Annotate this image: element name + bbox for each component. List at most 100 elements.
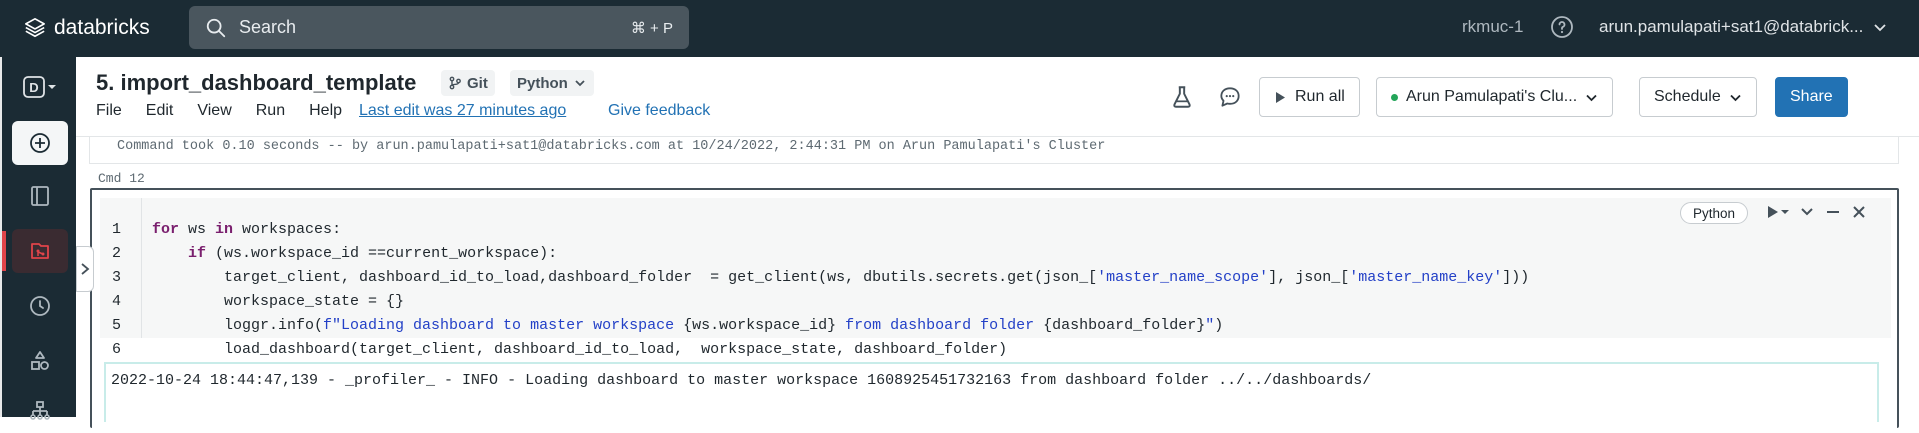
- minimize-icon[interactable]: [1825, 204, 1841, 220]
- sidebar-item-create[interactable]: [12, 121, 68, 165]
- repos-icon: [31, 243, 49, 259]
- plus-circle-icon: [30, 133, 50, 153]
- git-button[interactable]: Git: [441, 70, 495, 96]
- flask-icon[interactable]: [1169, 84, 1195, 110]
- workspace-region[interactable]: rkmuc-1: [1462, 17, 1523, 37]
- code-token: if: [188, 245, 207, 262]
- language-label: Python: [517, 74, 568, 92]
- language-selector[interactable]: Python: [510, 70, 594, 96]
- code-string: 'master_name_key': [1349, 269, 1503, 286]
- sidebar-item-compute[interactable]: [12, 389, 68, 433]
- search-bar[interactable]: Search ⌘ + P: [189, 6, 689, 49]
- share-label: Share: [1790, 88, 1833, 105]
- run-cell-icon[interactable]: [1767, 204, 1789, 220]
- sidebar-item-repos[interactable]: [2, 229, 68, 273]
- code-line-3: target_client, dashboard_id_to_load,dash…: [152, 269, 1529, 286]
- chevron-down-icon: [575, 80, 585, 87]
- menu-edit[interactable]: Edit: [146, 102, 174, 120]
- network-icon: [30, 401, 50, 420]
- git-branch-icon: [449, 76, 461, 90]
- cluster-selector[interactable]: Arun Pamulapati's Clu...: [1376, 77, 1614, 117]
- chevron-right-icon: [81, 263, 90, 275]
- code-line-1: for ws in workspaces:: [152, 221, 341, 238]
- code-token: {dashboard_folder}: [1043, 317, 1206, 334]
- menu-help[interactable]: Help: [309, 102, 342, 120]
- line-number: 2: [112, 245, 122, 262]
- sidebar-item-data[interactable]: [12, 339, 68, 383]
- top-bar: databricks Search ⌘ + P rkmuc-1 arun.pam…: [0, 0, 1919, 57]
- code-line-6: load_dashboard(target_client, dashboard_…: [152, 341, 1008, 358]
- code-token: ])): [1502, 269, 1530, 286]
- shapes-icon: [31, 351, 49, 370]
- close-icon[interactable]: [1851, 204, 1867, 220]
- cmd-label: Cmd 12: [98, 171, 145, 186]
- brand-name: databricks: [54, 16, 150, 39]
- notebook-title[interactable]: 5. import_dashboard_template: [96, 70, 416, 96]
- code-editor[interactable]: 1 2 3 4 5 6 for ws in workspaces: if (ws…: [100, 198, 1891, 358]
- code-cell[interactable]: 1 2 3 4 5 6 for ws in workspaces: if (ws…: [90, 188, 1899, 428]
- code-token: ], json_[: [1268, 269, 1350, 286]
- chevron-down-icon: [1730, 94, 1741, 101]
- notebook-icon: [31, 186, 49, 206]
- line-number-gutter: 1 2 3 4 5 6: [100, 198, 142, 358]
- cluster-status-dot: [1391, 93, 1398, 101]
- menu-bar: File Edit View Run Help: [96, 102, 366, 120]
- code-string: ": [1205, 317, 1215, 334]
- code-token: in: [215, 221, 234, 238]
- code-string: from dashboard folder: [836, 317, 1044, 334]
- notebook-header: 5. import_dashboard_template Git Python …: [76, 57, 1919, 137]
- user-email: arun.pamulapati+sat1@databrick...: [1599, 17, 1864, 36]
- last-edit-link[interactable]: Last edit was 27 minutes ago: [359, 102, 566, 120]
- line-number: 6: [112, 341, 122, 358]
- code-string: f"Loading dashboard to master workspace: [323, 317, 684, 334]
- chevron-down-icon: [1586, 94, 1597, 101]
- sidebar-item-recents[interactable]: [12, 284, 68, 328]
- code-token: workspaces:: [233, 221, 342, 238]
- databricks-logo-icon: [25, 18, 45, 38]
- code-line-5: loggr.info(f"Loading dashboard to master…: [152, 317, 1223, 334]
- run-all-label: Run all: [1295, 88, 1345, 105]
- cell-output: 2022-10-24 18:44:47,139 - _profiler_ - I…: [104, 362, 1879, 422]
- menu-view[interactable]: View: [197, 102, 231, 120]
- cell-toolbar: [1767, 204, 1867, 220]
- workspace-letter: D: [29, 80, 38, 95]
- code-line-2: if (ws.workspace_id ==current_workspace)…: [152, 245, 557, 262]
- sidebar-item-workspace[interactable]: [12, 174, 68, 218]
- sidebar: D: [0, 57, 76, 420]
- workspace-switcher[interactable]: D: [12, 65, 68, 109]
- schedule-label: Schedule: [1654, 88, 1721, 105]
- search-shortcut: ⌘ + P: [630, 19, 673, 37]
- chevron-down-icon: [1874, 24, 1887, 32]
- help-icon[interactable]: [1550, 15, 1574, 39]
- menu-run[interactable]: Run: [256, 102, 285, 120]
- previous-command-output: Command took 0.10 seconds -- by arun.pam…: [89, 137, 1899, 164]
- menu-file[interactable]: File: [96, 102, 122, 120]
- code-token: for: [152, 221, 180, 238]
- line-number: 4: [112, 293, 122, 310]
- chevron-down-icon[interactable]: [1799, 204, 1815, 220]
- cluster-name: Arun Pamulapati's Clu...: [1406, 88, 1578, 105]
- cell-language-badge[interactable]: Python: [1680, 202, 1749, 224]
- play-icon: [1276, 91, 1285, 103]
- schedule-button[interactable]: Schedule: [1639, 77, 1757, 117]
- code-token: ws: [179, 221, 216, 238]
- databricks-logo[interactable]: databricks: [24, 14, 150, 42]
- comment-icon[interactable]: [1217, 84, 1243, 110]
- user-menu[interactable]: arun.pamulapati+sat1@databrick...: [1599, 17, 1887, 37]
- give-feedback-link[interactable]: Give feedback: [608, 102, 710, 120]
- line-number: 3: [112, 269, 122, 286]
- search-placeholder: Search: [239, 17, 297, 37]
- code-token: loggr.info(: [152, 317, 324, 334]
- notebook-content: Command took 0.10 seconds -- by arun.pam…: [76, 137, 1919, 428]
- share-button[interactable]: Share: [1775, 77, 1848, 117]
- code-token: target_client, dashboard_id_to_load,dash…: [152, 269, 1098, 286]
- search-icon: [206, 18, 226, 37]
- sidebar-expand-toggle[interactable]: [76, 246, 94, 292]
- code-string: 'master_name_scope': [1097, 269, 1269, 286]
- code-token: (ws.workspace_id ==current_workspace):: [206, 245, 558, 262]
- code-token: ): [1214, 317, 1224, 334]
- run-all-button[interactable]: Run all: [1259, 77, 1360, 117]
- workspace-d-icon: D: [23, 76, 56, 98]
- code-token: {ws.workspace_id}: [683, 317, 837, 334]
